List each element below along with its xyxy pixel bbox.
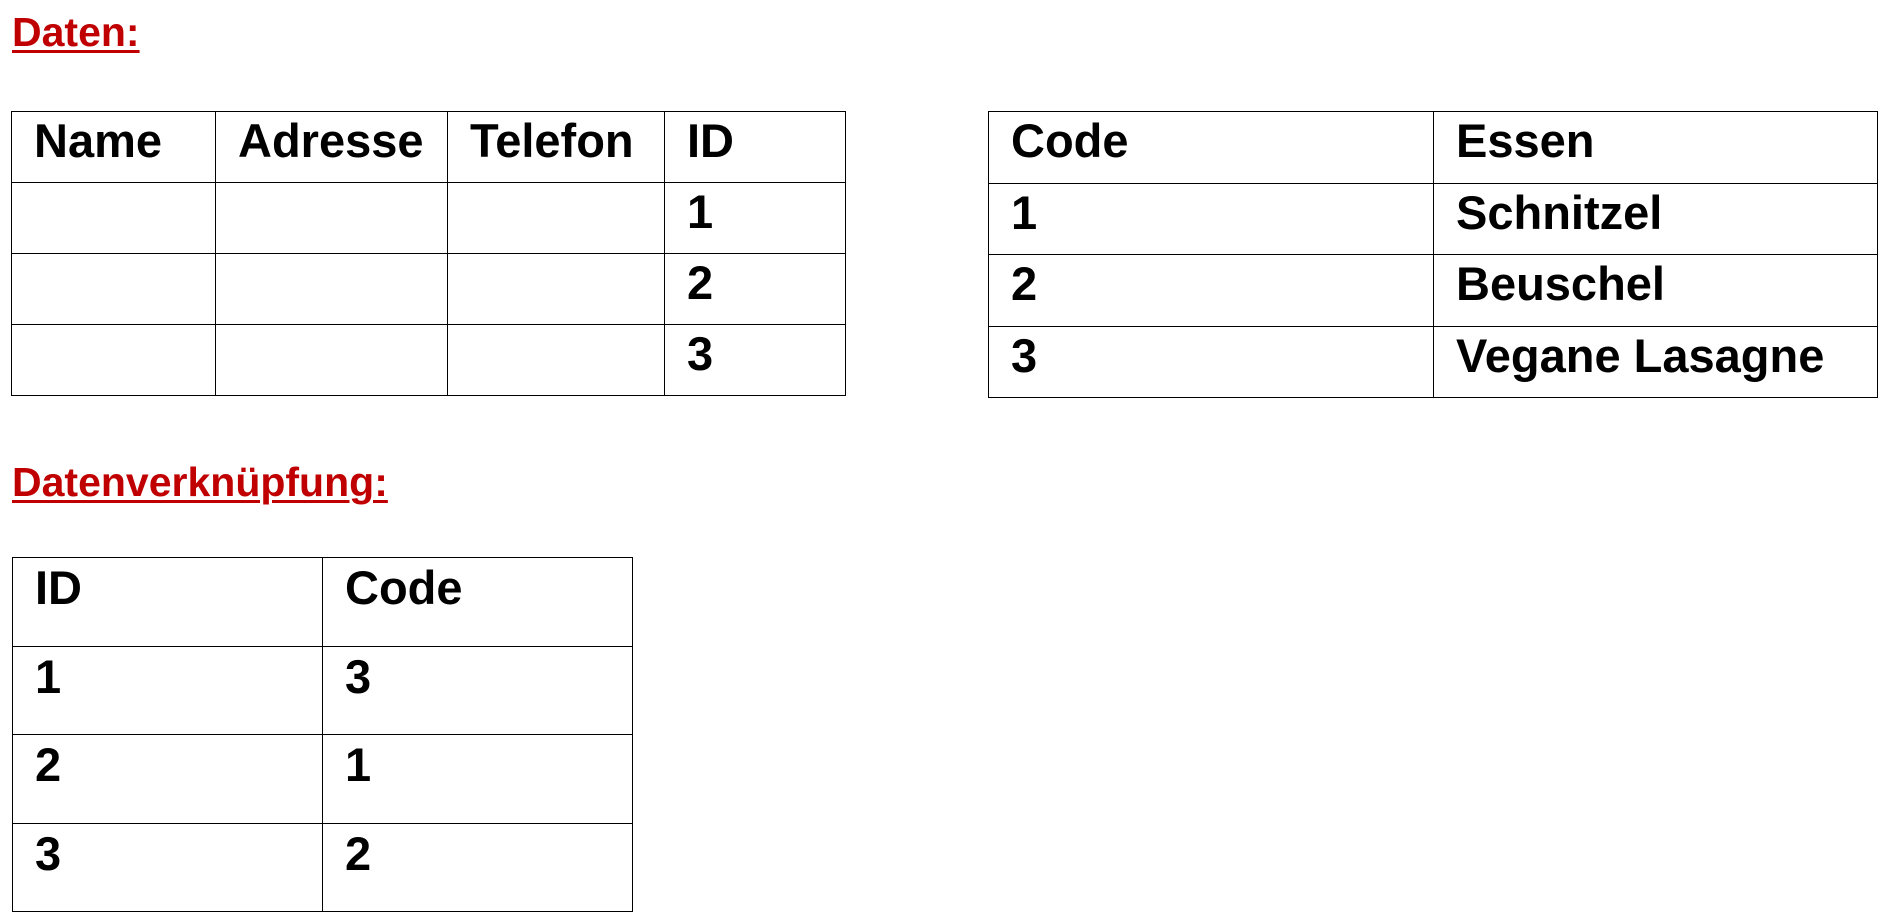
table-cell — [215, 182, 448, 254]
cell-code: 2 — [1011, 257, 1038, 310]
header-cell: ID — [664, 111, 846, 183]
cell-name — [34, 184, 215, 189]
table-cell — [447, 253, 665, 325]
cell-address — [238, 326, 447, 331]
table-cell: Beuschel — [1433, 254, 1878, 327]
table-row: 1 Schnitzel — [988, 182, 1878, 255]
table-row: 3 — [11, 324, 846, 396]
header-cell: ID — [12, 557, 323, 647]
cell-id: 3 — [687, 327, 714, 380]
cell-phone — [470, 326, 664, 331]
table-row: 2 Beuschel — [988, 254, 1878, 327]
cell-id: 3 — [35, 826, 62, 880]
header-phone: Telefon — [470, 114, 634, 167]
header-name: Name — [34, 114, 163, 167]
heading-data-linking: Datenverknüpfung: — [12, 459, 388, 505]
cell-address — [238, 184, 447, 189]
table-cell: 1 — [664, 182, 846, 254]
heading-data: Daten: — [12, 9, 140, 55]
table-cell — [215, 253, 448, 325]
table-row: 1 — [11, 182, 846, 254]
table-header-row: Name Adresse Telefon ID — [11, 111, 846, 183]
cell-food: Vegane Lasagne — [1456, 328, 1825, 382]
header-id: ID — [687, 114, 734, 167]
cell-id: 1 — [35, 649, 62, 703]
table-cell: 2 — [664, 253, 846, 325]
table-cell: 3 — [664, 324, 846, 396]
table-header-row: ID Code — [12, 557, 633, 647]
cell-food: Schnitzel — [1456, 185, 1663, 239]
table-row: 3 Vegane Lasagne — [988, 325, 1878, 398]
cell-code: 1 — [345, 738, 372, 791]
table-cell: 2 — [12, 734, 323, 824]
table-cell: 3 — [322, 645, 633, 735]
cell-name — [34, 326, 215, 331]
food-table: Code Essen 1 Schnitzel 2 Beuschel 3 Vega… — [988, 111, 1878, 398]
header-cell: Code — [988, 111, 1434, 184]
cell-food: Beuschel — [1456, 257, 1665, 310]
header-address: Adresse — [238, 114, 424, 167]
header-code: Code — [1011, 114, 1129, 167]
table-cell — [447, 324, 665, 396]
cell-id: 1 — [687, 185, 714, 238]
table-cell: 1 — [322, 734, 633, 824]
table-row: 2 1 — [12, 734, 633, 824]
persons-table: Name Adresse Telefon ID 1 2 3 — [11, 111, 846, 396]
table-cell: 3 — [12, 822, 323, 912]
cell-id: 2 — [687, 256, 714, 309]
header-id: ID — [35, 561, 82, 614]
cell-id: 2 — [35, 738, 62, 791]
cell-code: 1 — [1011, 185, 1038, 239]
table-cell: 2 — [322, 822, 633, 912]
header-cell: Telefon — [447, 111, 665, 183]
cell-code: 3 — [1011, 328, 1038, 382]
table-cell — [11, 182, 216, 254]
table-cell — [215, 324, 448, 396]
header-cell: Essen — [1433, 111, 1878, 184]
table-cell — [11, 253, 216, 325]
table-row: 3 2 — [12, 822, 633, 912]
cell-phone — [470, 184, 664, 189]
table-row: 2 — [11, 253, 846, 325]
table-cell: Vegane Lasagne — [1433, 325, 1878, 398]
table-cell: 1 — [12, 645, 323, 735]
cell-address — [238, 255, 447, 260]
cell-phone — [470, 255, 664, 260]
table-cell: 1 — [988, 182, 1434, 255]
header-cell: Code — [322, 557, 633, 647]
cell-name — [34, 255, 215, 260]
table-cell — [11, 324, 216, 396]
table-header-row: Code Essen — [988, 111, 1878, 184]
cell-code: 2 — [345, 826, 372, 880]
link-table: ID Code 1 3 2 1 3 2 — [12, 557, 633, 912]
table-cell: 2 — [988, 254, 1434, 327]
cell-code: 3 — [345, 649, 372, 703]
header-cell: Adresse — [215, 111, 448, 183]
header-food: Essen — [1456, 114, 1595, 167]
table-cell: 3 — [988, 325, 1434, 398]
table-cell: Schnitzel — [1433, 182, 1878, 255]
table-row: 1 3 — [12, 645, 633, 735]
table-cell — [447, 182, 665, 254]
header-cell: Name — [11, 111, 216, 183]
header-code: Code — [345, 561, 463, 614]
